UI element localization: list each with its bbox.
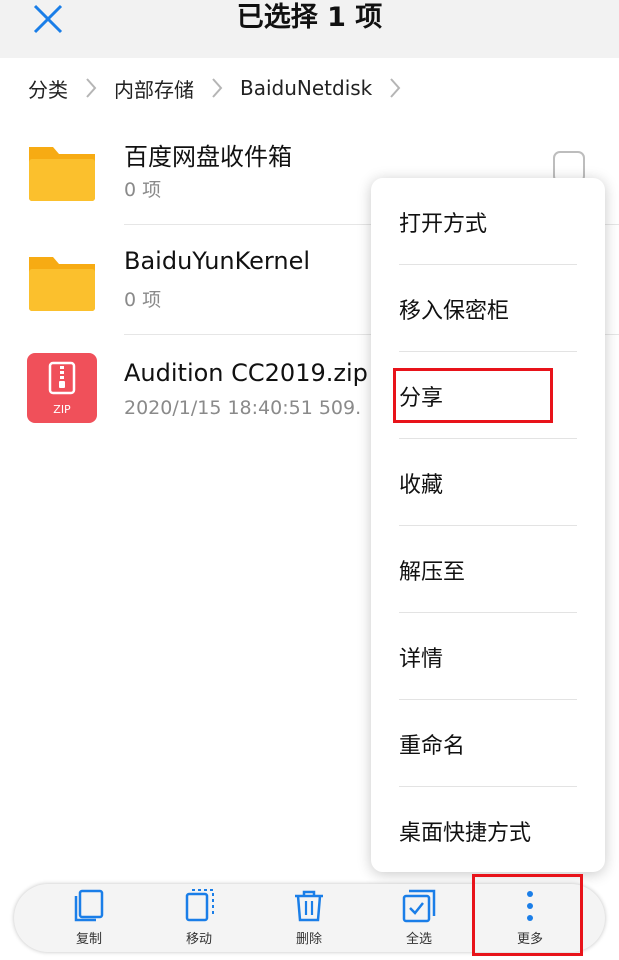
copy-icon — [74, 889, 104, 922]
menu-item-favorite[interactable]: 收藏 — [399, 439, 577, 526]
file-name: Audition CC2019.zip — [124, 359, 368, 387]
folder-icon — [29, 147, 95, 201]
file-name: BaiduYunKernel — [124, 247, 311, 275]
trash-icon — [295, 890, 323, 922]
breadcrumb-item-category[interactable]: 分类 — [28, 74, 68, 103]
breadcrumb: 分类 内部存储 BaiduNetdisk — [28, 70, 418, 106]
menu-item-label: 重命名 — [399, 733, 466, 759]
copy-button[interactable]: 复制 — [44, 884, 134, 952]
menu-item-label: 移入保密柜 — [399, 298, 510, 324]
select-all-button[interactable]: 全选 — [374, 884, 464, 952]
more-menu: 打开方式 移入保密柜 分享 收藏 解压至 详情 重命名 桌面快捷方式 — [371, 178, 605, 872]
menu-item-extract-to[interactable]: 解压至 — [399, 526, 577, 613]
menu-item-desktop-shortcut[interactable]: 桌面快捷方式 — [399, 787, 577, 874]
page-title: 已选择 1 项 — [236, 2, 383, 33]
move-label: 移动 — [185, 932, 212, 947]
breadcrumb-item-baidunetdisk[interactable]: BaiduNetdisk — [240, 76, 372, 100]
file-meta: 0 项 — [124, 289, 162, 311]
menu-item-open-with[interactable]: 打开方式 — [399, 178, 577, 265]
highlight-box — [472, 874, 583, 956]
highlight-box — [393, 368, 553, 423]
menu-item-details[interactable]: 详情 — [399, 613, 577, 700]
menu-item-move-to-safe[interactable]: 移入保密柜 — [399, 265, 577, 352]
delete-button[interactable]: 删除 — [264, 884, 354, 952]
select-all-label: 全选 — [405, 932, 432, 947]
menu-item-label: 详情 — [399, 646, 444, 672]
menu-item-rename[interactable]: 重命名 — [399, 700, 577, 787]
chevron-right-icon — [382, 75, 408, 101]
breadcrumb-item-internal-storage[interactable]: 内部存储 — [114, 74, 194, 103]
select-all-icon — [402, 889, 436, 923]
zip-badge-text: ZIP — [53, 403, 71, 416]
delete-label: 删除 — [295, 932, 322, 947]
menu-item-label: 打开方式 — [399, 211, 488, 237]
chevron-right-icon — [78, 75, 104, 101]
file-name: 百度网盘收件箱 — [124, 143, 292, 171]
zip-file-icon: ZIP — [27, 353, 97, 423]
copy-label: 复制 — [75, 932, 102, 947]
menu-item-label: 桌面快捷方式 — [399, 820, 532, 846]
file-meta: 0 项 — [124, 179, 162, 201]
top-bar: 已选择 1 项 — [0, 0, 619, 58]
move-button[interactable]: 移动 — [154, 884, 244, 952]
menu-item-label: 收藏 — [399, 472, 444, 498]
move-icon — [185, 889, 214, 922]
file-meta: 2020/1/15 18:40:51 509. — [124, 397, 362, 419]
folder-icon — [29, 257, 95, 311]
chevron-right-icon — [204, 75, 230, 101]
menu-item-label: 解压至 — [399, 559, 466, 585]
